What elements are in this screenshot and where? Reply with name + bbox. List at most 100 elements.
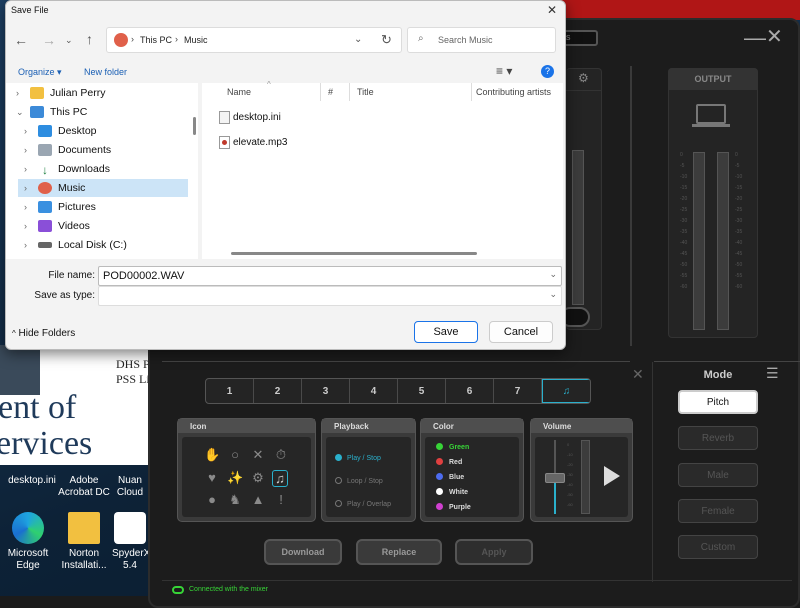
tree-item-videos[interactable]: › Videos <box>24 217 192 235</box>
tab-music[interactable]: ♫ <box>542 379 590 403</box>
tab-2[interactable]: 2 <box>254 379 302 403</box>
background-window-strip <box>560 0 800 20</box>
view-options-icon[interactable]: ≡ ▾ <box>496 64 512 78</box>
column-name[interactable]: Name <box>227 87 251 97</box>
stopwatch-icon[interactable]: ⏱ <box>273 447 289 463</box>
documents-icon <box>38 144 52 156</box>
volume-slider-handle[interactable] <box>545 473 565 483</box>
forward-arrow-icon[interactable]: → <box>42 32 56 48</box>
new-folder-button[interactable]: New folder <box>84 67 127 77</box>
mode-pitch-button[interactable]: Pitch <box>678 390 758 414</box>
dog-icon[interactable]: ♞ <box>227 492 243 508</box>
play-icon[interactable] <box>604 466 620 486</box>
apply-button[interactable]: Apply <box>455 539 533 565</box>
hide-folders-button[interactable]: ^ Hide Folders <box>12 328 75 339</box>
mode-female-button[interactable]: Female <box>678 499 758 523</box>
playback-option-play-overlap[interactable]: Play / Overlap <box>335 500 391 508</box>
breadcrumb-this-pc[interactable]: This PC <box>140 35 172 45</box>
heart-icon[interactable]: ♥ <box>204 470 220 485</box>
x-icon[interactable]: ✕ <box>250 447 266 463</box>
tab-4[interactable]: 4 <box>350 379 398 403</box>
folder-icon <box>68 512 100 544</box>
spyder-icon <box>114 512 146 544</box>
close-icon[interactable]: ✕ <box>766 26 783 48</box>
document-image <box>0 345 40 395</box>
pig-icon[interactable]: ● <box>204 492 220 507</box>
file-name-input[interactable]: POD00002.WAV ⌄ <box>98 266 562 286</box>
save-button[interactable]: Save <box>414 321 478 343</box>
column-contributing-artists[interactable]: Contributing artists <box>476 87 560 97</box>
tree-item-pictures[interactable]: › Pictures <box>24 198 192 216</box>
breadcrumb-music[interactable]: Music <box>184 35 208 45</box>
hand-icon[interactable]: ✋ <box>204 447 220 463</box>
mode-male-button[interactable]: Male <box>678 463 758 487</box>
desktop-icon-desktop-ini[interactable]: desktop.ini <box>2 475 62 487</box>
horizontal-scrollbar[interactable] <box>231 252 477 255</box>
desktop-icon-nuance[interactable]: Nuan Cloud <box>112 475 148 499</box>
tree-item-desktop[interactable]: › Desktop <box>24 122 192 140</box>
output-label: OUTPUT <box>668 68 758 90</box>
tab-3[interactable]: 3 <box>302 379 350 403</box>
color-option-green[interactable]: Green <box>436 443 469 451</box>
divider <box>162 580 792 581</box>
desktop-icon-spyderx[interactable]: SpyderX 5.4 <box>112 512 148 572</box>
tree-scrollbar[interactable] <box>193 117 196 135</box>
document-text: PSS Li <box>116 372 150 386</box>
background-document: DHS P PSS Li ent of ervices <box>0 345 160 465</box>
tab-6[interactable]: 6 <box>446 379 494 403</box>
file-elevate-mp3[interactable]: elevate.mp3 <box>233 137 287 148</box>
music-note-icon[interactable]: ♫ <box>272 470 288 487</box>
mode-reverb-button[interactable]: Reverb <box>678 426 758 450</box>
tree-item-julian-perry[interactable]: › Julian Perry <box>16 84 184 102</box>
column-divider[interactable] <box>471 83 472 101</box>
tab-1[interactable]: 1 <box>206 379 254 403</box>
thumbs-up-icon[interactable]: ▲ <box>250 492 266 507</box>
desktop-icon-edge[interactable]: Microsoft Edge <box>0 512 58 572</box>
chevron-down-icon[interactable]: ⌄ <box>65 35 73 46</box>
alert-icon[interactable]: ! <box>273 492 289 507</box>
tree-item-music[interactable]: › Music <box>18 179 188 197</box>
column-divider[interactable] <box>349 83 350 101</box>
tab-7[interactable]: 7 <box>494 379 542 403</box>
cancel-button[interactable]: Cancel <box>489 321 553 343</box>
chevron-down-icon[interactable]: ⌄ <box>354 34 362 45</box>
download-button[interactable]: Download <box>264 539 342 565</box>
help-icon[interactable]: ? <box>541 65 554 78</box>
minimize-icon[interactable]: — <box>744 27 766 49</box>
close-icon[interactable]: ✕ <box>547 3 557 17</box>
sparkle-icon[interactable]: ✨ <box>227 470 243 486</box>
color-option-purple[interactable]: Purple <box>436 503 471 511</box>
videos-icon <box>38 220 52 232</box>
playback-option-play-stop[interactable]: Play / Stop <box>335 454 381 462</box>
color-option-blue[interactable]: Blue <box>436 473 464 481</box>
tree-item-local-disk[interactable]: › Local Disk (C:) <box>24 236 192 254</box>
gear-icon[interactable]: ⚙ <box>578 71 589 85</box>
color-option-white[interactable]: White <box>436 488 468 496</box>
folder-icon <box>30 87 44 99</box>
up-arrow-icon[interactable]: ↑ <box>86 31 93 47</box>
playback-option-loop-stop[interactable]: Loop / Stop <box>335 477 383 485</box>
cog-icon[interactable]: ⚙ <box>250 470 266 486</box>
circle-icon[interactable]: ○ <box>227 447 243 462</box>
column-number[interactable]: # <box>328 87 333 97</box>
replace-button[interactable]: Replace <box>356 539 442 565</box>
tab-5[interactable]: 5 <box>398 379 446 403</box>
color-option-red[interactable]: Red <box>436 458 462 466</box>
desktop-icon-label: SpyderX 5.4 <box>112 548 148 571</box>
desktop-icon-norton[interactable]: Norton Installati... <box>54 512 114 572</box>
desktop-icon-acrobat[interactable]: Adobe Acrobat DC <box>54 475 114 499</box>
refresh-icon[interactable]: ↻ <box>381 32 392 48</box>
save-as-type-select[interactable]: ⌄ <box>98 286 562 306</box>
back-arrow-icon[interactable]: ← <box>14 32 28 48</box>
mode-custom-button[interactable]: Custom <box>678 535 758 559</box>
column-divider[interactable] <box>320 83 321 101</box>
column-title[interactable]: Title <box>357 87 374 97</box>
file-desktop-ini[interactable]: desktop.ini <box>233 112 281 123</box>
tree-item-downloads[interactable]: › ↓ Downloads <box>24 160 192 178</box>
tree-item-this-pc[interactable]: ⌄ This PC <box>16 103 184 121</box>
close-panel-icon[interactable]: ✕ <box>632 366 644 383</box>
organize-button[interactable]: Organize ▾ <box>18 67 62 78</box>
settings-sliders-icon[interactable]: ☰ <box>766 365 779 382</box>
meter-scale-right: 0 -5 -10 -15 -20 -25 -30 -35 -40 -45 -50 -55 -60 <box>735 152 743 290</box>
tree-item-documents[interactable]: › Documents <box>24 141 192 159</box>
